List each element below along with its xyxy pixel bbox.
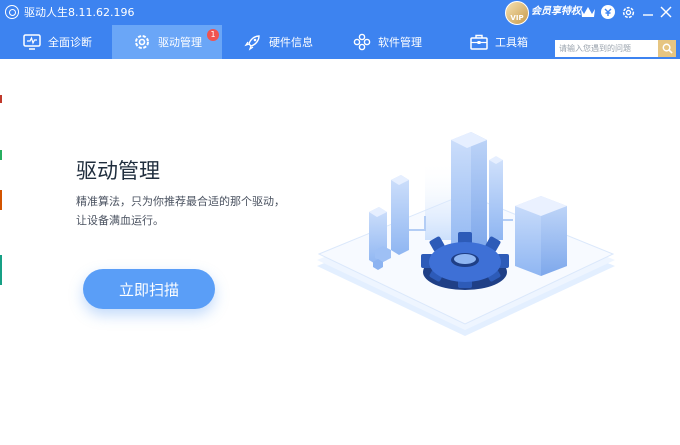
edge-mark [0, 190, 2, 210]
app-title: 驱动人生8.11.62.196 [24, 6, 135, 19]
scan-now-button[interactable]: 立即扫描 [83, 269, 215, 309]
description-line: 让设备满血运行。 [76, 214, 164, 227]
tab-label: 全面诊断 [48, 36, 92, 49]
coin-icon[interactable] [598, 2, 618, 22]
search-button[interactable] [658, 40, 676, 57]
tab-label: 软件管理 [378, 36, 422, 49]
apps-icon [352, 32, 372, 52]
gear-icon [132, 32, 152, 52]
monitor-icon [22, 32, 42, 52]
tower [391, 175, 409, 255]
close-icon[interactable] [656, 2, 676, 22]
minimize-icon[interactable] [638, 2, 658, 22]
edge-mark [0, 255, 2, 285]
vip-privilege-link[interactable]: 会员享特权 [531, 5, 581, 19]
tab-driver-management[interactable]: 驱动管理 1 [112, 25, 222, 59]
driver-illustration [317, 132, 615, 336]
toolbox-icon [469, 32, 489, 52]
vip-badge-label: VIP [510, 14, 524, 22]
tower-side [471, 132, 487, 250]
page-description: 精准算法，只为你推荐最合适的那个驱动， 让设备满血运行。 [76, 192, 326, 230]
tab-diagnosis[interactable]: 全面诊断 [22, 25, 107, 59]
tab-label: 工具箱 [495, 36, 528, 49]
tower [489, 160, 503, 240]
tab-label: 硬件信息 [269, 36, 313, 49]
edge-mark [0, 150, 2, 160]
app-logo-icon [5, 5, 19, 19]
tab-hardware-info[interactable]: 硬件信息 [243, 25, 328, 59]
rocket-icon [243, 32, 263, 52]
search-icon [662, 43, 673, 54]
tab-toolbox[interactable]: 工具箱 [469, 25, 549, 59]
edge-mark [0, 95, 2, 103]
tab-label: 驱动管理 [158, 36, 202, 49]
vip-badge-icon[interactable]: VIP [505, 1, 529, 25]
gear-graphic [421, 232, 509, 290]
tab-software-management[interactable]: 软件管理 [352, 25, 437, 59]
gear-icon[interactable] [618, 2, 638, 22]
page-title: 驱动管理 [76, 159, 160, 183]
title-bar: 驱动人生8.11.62.196 VIP 会员享特权 [0, 0, 680, 25]
block-side [541, 206, 567, 276]
notification-badge: 1 [207, 29, 219, 41]
search-input[interactable] [555, 40, 658, 57]
crown-icon[interactable] [578, 2, 598, 22]
light-beam [425, 160, 451, 240]
description-line: 精准算法，只为你推荐最合适的那个驱动， [76, 195, 285, 208]
